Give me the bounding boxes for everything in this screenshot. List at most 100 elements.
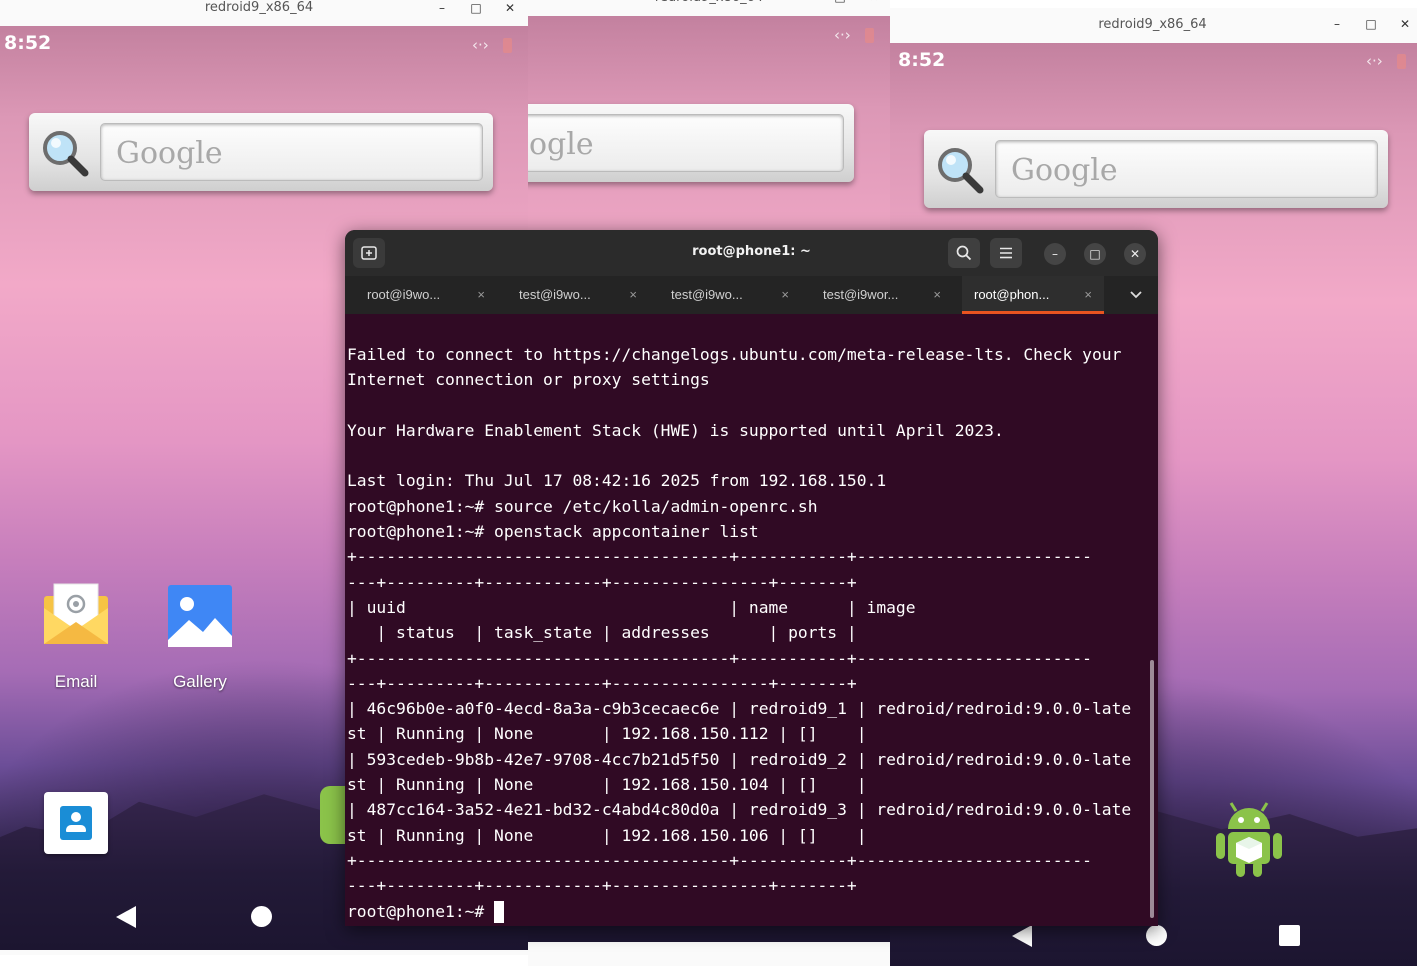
tab-close-icon[interactable]: × <box>933 276 941 314</box>
gallery-icon <box>168 585 232 647</box>
terminal-minimize-button[interactable]: – <box>1044 243 1066 265</box>
terminal-headerbar[interactable]: root@phone1: ~ – □ ✕ <box>345 230 1158 276</box>
maximize-icon[interactable]: □ <box>1361 17 1381 31</box>
terminal-maximize-button[interactable]: □ <box>1084 243 1106 265</box>
tab-label: test@i9wo... <box>671 287 743 302</box>
terminal-output[interactable]: Failed to connect to https://changelogs.… <box>347 342 1148 924</box>
status-bar-icons: ‹·› <box>472 36 512 54</box>
google-search-placeholder: ogle <box>529 127 594 162</box>
tab-close-icon[interactable]: × <box>629 276 637 314</box>
search-magnifier-icon[interactable] <box>934 144 986 196</box>
search-magnifier-icon[interactable] <box>39 127 91 179</box>
terminal-line: Failed to connect to https://changelogs.… <box>347 345 1122 364</box>
tab-label: root@phon... <box>974 287 1050 302</box>
terminal-line: ---+---------+------------+-------------… <box>347 673 857 693</box>
terminal-line: st | Running | None | 192.168.150.104 | … <box>347 775 867 795</box>
battery-icon <box>502 38 512 53</box>
terminal-tab-2[interactable]: test@i9wo... × <box>497 276 649 314</box>
status-clock: 8:52 <box>4 32 52 54</box>
terminal-tab-3[interactable]: test@i9wo... × <box>649 276 801 314</box>
terminal-line: ---+---------+------------+-------------… <box>347 572 857 592</box>
android-robot-icon[interactable] <box>1214 799 1284 879</box>
tab-close-icon[interactable]: × <box>1084 276 1092 314</box>
terminal-line: +--------------------------------------+… <box>347 850 1092 870</box>
google-search-widget[interactable]: Google <box>29 113 493 191</box>
google-search-input[interactable]: Google <box>100 123 483 181</box>
tab-close-icon[interactable]: × <box>477 276 485 314</box>
emulator-titlebar-3[interactable]: redroid9_x86_64 – □ ✕ <box>890 8 1417 43</box>
terminal-cursor <box>494 901 505 924</box>
terminal-line: +--------------------------------------+… <box>347 648 1092 668</box>
minimize-icon[interactable]: – <box>432 1 452 15</box>
close-icon[interactable]: ✕ <box>864 0 884 4</box>
close-icon: ✕ <box>1129 247 1141 261</box>
google-search-input[interactable]: ogle <box>528 114 844 172</box>
app-gallery-label: Gallery <box>173 672 227 691</box>
google-search-input[interactable]: Google <box>995 140 1378 198</box>
data-transfer-icon: ‹·› <box>1366 52 1383 70</box>
terminal-close-button[interactable]: ✕ <box>1124 243 1146 265</box>
minimize-icon: – <box>1052 247 1058 261</box>
terminal-line: Internet connection or proxy settings <box>347 370 710 390</box>
tab-label: root@i9wo... <box>367 287 441 302</box>
terminal-window[interactable]: root@phone1: ~ – □ ✕ root@i9wo... × test… <box>345 230 1158 926</box>
terminal-tab-1[interactable]: root@i9wo... × <box>345 276 497 314</box>
tab-label: test@i9wo... <box>519 287 591 302</box>
google-search-placeholder: Google <box>1011 153 1118 188</box>
terminal-line: | 487cc164-3a52-4e21-bd32-c4abd4c80d0a |… <box>347 800 1132 820</box>
menu-button[interactable] <box>990 238 1022 268</box>
back-button[interactable] <box>116 906 136 928</box>
chevron-down-icon[interactable] <box>1124 276 1148 314</box>
terminal-prompt: root@phone1:~# <box>347 901 495 921</box>
status-clock: 8:52 <box>898 49 946 71</box>
hamburger-menu-icon <box>1000 247 1012 259</box>
app-gallery[interactable]: Gallery <box>160 582 240 692</box>
google-search-placeholder: Google <box>116 136 223 171</box>
terminal-prompt-line[interactable]: root@phone1:~# <box>347 899 1148 924</box>
terminal-line: | 593cedeb-9b8b-42e7-9708-4cc7b21d5f50 |… <box>347 749 1132 769</box>
home-button[interactable] <box>1146 925 1167 946</box>
minimize-icon[interactable]: – <box>1327 17 1347 31</box>
close-icon[interactable]: ✕ <box>500 1 520 15</box>
terminal-tab-5[interactable]: root@phon... × <box>962 276 1104 314</box>
recents-button[interactable] <box>1279 925 1300 946</box>
google-search-widget[interactable]: ogle <box>528 104 854 182</box>
back-button[interactable] <box>1012 925 1032 947</box>
terminal-line: st | Running | None | 192.168.150.106 | … <box>347 825 867 845</box>
minimize-icon[interactable]: – <box>796 0 816 4</box>
app-email[interactable]: Email <box>36 582 116 692</box>
maximize-icon[interactable]: □ <box>830 0 850 4</box>
maximize-icon[interactable]: □ <box>466 1 486 15</box>
tab-close-icon[interactable]: × <box>781 276 789 314</box>
app-email-label: Email <box>54 672 98 691</box>
terminal-line: st | Running | None | 192.168.150.112 | … <box>347 724 867 744</box>
terminal-tab-4[interactable]: test@i9wor... × <box>801 276 953 314</box>
terminal-line: Last login: Thu Jul 17 08:42:16 2025 fro… <box>347 471 887 491</box>
terminal-line: +--------------------------------------+… <box>347 547 1092 567</box>
terminal-line: | status | task_state | addresses | port… <box>347 623 857 643</box>
status-bar-icons: ‹·› <box>1366 52 1406 70</box>
search-icon <box>956 245 972 261</box>
google-search-widget[interactable]: Google <box>924 130 1388 208</box>
contacts-icon[interactable] <box>44 792 108 854</box>
tab-label: test@i9wor... <box>823 287 899 302</box>
emulator-titlebar-2[interactable]: redroid9_x86_64 – □ ✕ <box>528 0 890 6</box>
terminal-scrollbar[interactable] <box>1150 660 1154 918</box>
terminal-line: | uuid | name | image <box>347 597 916 617</box>
battery-icon <box>864 28 874 43</box>
terminal-line: ---+---------+------------+-------------… <box>347 876 857 896</box>
battery-icon <box>1396 54 1406 69</box>
search-button[interactable] <box>948 238 980 268</box>
close-icon[interactable]: ✕ <box>1395 17 1415 31</box>
android-nav-bar <box>890 923 1417 963</box>
data-transfer-icon: ‹·› <box>834 26 851 44</box>
data-transfer-icon: ‹·› <box>472 36 489 54</box>
maximize-icon: □ <box>1089 247 1101 261</box>
terminal-line: Your Hardware Enablement Stack (HWE) is … <box>347 420 1004 440</box>
emulator-titlebar-1[interactable]: redroid9_x86_64 – □ ✕ <box>0 0 528 26</box>
home-button[interactable] <box>251 906 272 927</box>
terminal-title: root@phone1: ~ <box>692 244 811 259</box>
terminal-line: root@phone1:~# source /etc/kolla/admin-o… <box>347 496 818 516</box>
